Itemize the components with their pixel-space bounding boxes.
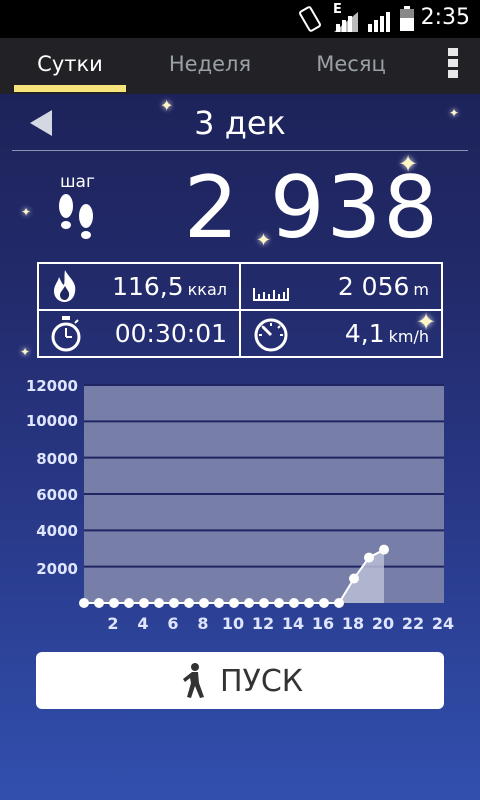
data-point xyxy=(259,598,269,608)
data-point xyxy=(199,598,209,608)
data-point xyxy=(184,598,194,608)
x-tick-label: 2 xyxy=(107,614,119,633)
data-point xyxy=(289,598,299,608)
data-point xyxy=(124,598,134,608)
data-point xyxy=(214,598,224,608)
data-point xyxy=(109,598,119,608)
start-button-label: ПУСК xyxy=(220,664,304,699)
data-point xyxy=(94,598,104,608)
x-tick-label: 22 xyxy=(401,614,425,633)
data-point xyxy=(319,598,329,608)
data-point xyxy=(139,598,149,608)
sparkle-decoration: ✦ xyxy=(160,96,174,115)
data-point xyxy=(334,598,344,608)
x-tick-label: 4 xyxy=(137,614,149,633)
x-tick-label: 6 xyxy=(167,614,179,633)
x-tick-label: 10 xyxy=(221,614,245,633)
data-point xyxy=(349,573,359,584)
x-tick-label: 16 xyxy=(311,614,335,633)
sparkle-decoration: ✦ xyxy=(416,308,437,336)
start-button[interactable]: ПУСК xyxy=(36,652,444,709)
data-point xyxy=(244,598,254,608)
sparkle-decoration: ✦ xyxy=(398,150,419,178)
data-point xyxy=(379,544,389,555)
x-tick-label: 20 xyxy=(371,614,395,633)
sparkle-decoration: ✦ xyxy=(256,230,272,251)
x-tick-label: 24 xyxy=(431,614,455,633)
app-screen: E 2:35 Сутки Неделя Месяц 3 дек шаг 2 93… xyxy=(0,0,480,800)
sparkle-decoration: ✦ xyxy=(21,205,32,219)
data-point xyxy=(304,598,314,608)
x-tick-label: 18 xyxy=(341,614,365,633)
x-tick-label: 8 xyxy=(197,614,209,633)
sparkle-decoration: ✦ xyxy=(20,345,31,359)
x-tick-label: 14 xyxy=(281,614,305,633)
walking-person-icon xyxy=(183,663,204,698)
data-point xyxy=(274,598,284,608)
data-point xyxy=(79,598,89,608)
x-tick-label: 12 xyxy=(251,614,275,633)
sparkle-decoration: ✦ xyxy=(449,106,460,120)
data-point xyxy=(364,552,374,563)
data-point xyxy=(169,598,179,608)
data-point xyxy=(229,598,239,608)
data-point xyxy=(154,598,164,608)
